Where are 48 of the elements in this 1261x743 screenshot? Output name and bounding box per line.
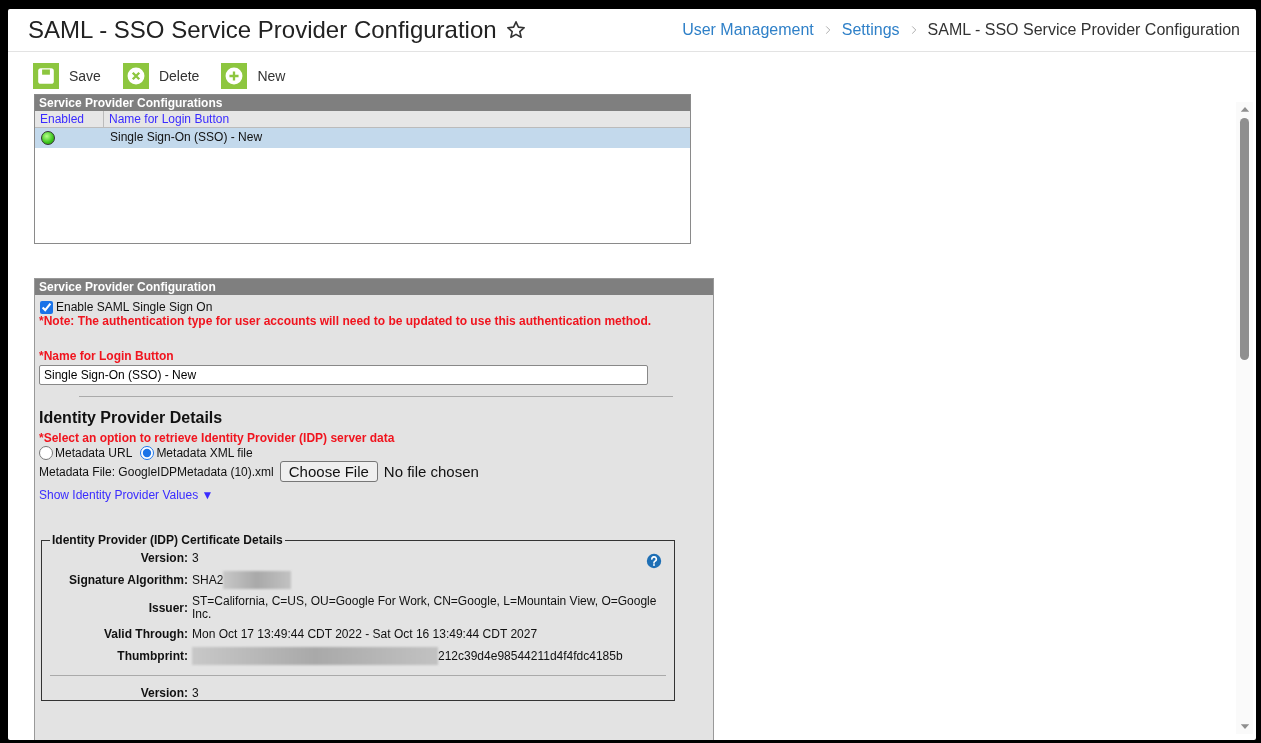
star-icon[interactable] bbox=[505, 20, 526, 40]
field-value: 212c39d4e98544211d4f4fdc4185b bbox=[438, 649, 623, 663]
text-field[interactable]: Single Sign-On (SSO) - New bbox=[39, 365, 648, 385]
section-heading: Identity Provider Details bbox=[39, 409, 224, 427]
certificate-legend: Identity Provider (IDP) Certificate Details bbox=[50, 533, 285, 547]
radio-label: Metadata XML file bbox=[156, 446, 253, 460]
radio-label: Metadata URL bbox=[55, 446, 133, 460]
row-name: Single Sign-On (SSO) - New bbox=[109, 129, 263, 144]
help-icon[interactable] bbox=[646, 553, 662, 569]
delete-icon bbox=[122, 63, 149, 89]
field-label: Issuer: bbox=[147, 601, 188, 615]
panel-header: Service Provider Configurations bbox=[35, 95, 690, 111]
file-label: Metadata File: GoogleIDPMetadata (10).xml bbox=[39, 464, 274, 479]
field-value: Mon Oct 17 13:49:44 CDT 2022 - Sat Oct 16 13:49:44 CDT 2027 bbox=[192, 627, 538, 641]
panel-header: Service Provider Configuration bbox=[35, 279, 713, 295]
delete-button[interactable]: Delete bbox=[122, 63, 200, 89]
note-text: *Note: The authentication type for user accounts will need to be updated to use this authentication method. bbox=[39, 314, 653, 329]
field-label: Version: bbox=[139, 686, 188, 700]
breadcrumb-link[interactable]: User Management bbox=[682, 21, 814, 39]
column-header[interactable]: Name for Login Button bbox=[104, 111, 235, 127]
breadcrumb-current: SAML - SSO Service Provider Configuration bbox=[927, 21, 1240, 39]
field-label: Version: bbox=[139, 551, 188, 565]
field-value: ST=California, C=US, OU=Google For Work, CN=Google, L=Mountain View, O=Google Inc. bbox=[192, 595, 658, 621]
breadcrumb-link[interactable]: Settings bbox=[841, 21, 900, 39]
field-label: Thumbprint: bbox=[116, 649, 188, 663]
show-values-link[interactable]: Show Identity Provider Values ▼ bbox=[39, 488, 214, 502]
field-value: SHA2 bbox=[192, 573, 224, 587]
radio-button[interactable] bbox=[140, 446, 155, 460]
field-value: 3 bbox=[192, 551, 199, 565]
scroll-thumb[interactable] bbox=[1240, 118, 1249, 360]
field-label: *Name for Login Button bbox=[39, 349, 175, 364]
choose-file-button[interactable]: Choose File bbox=[279, 461, 378, 482]
field-label: Signature Algorithm: bbox=[68, 573, 188, 587]
new-button[interactable]: New bbox=[221, 63, 286, 89]
checkbox[interactable] bbox=[40, 301, 53, 314]
save-button[interactable]: Save bbox=[33, 63, 101, 89]
page-title: SAML - SSO Service Provider Configuration bbox=[28, 16, 497, 44]
radio-button[interactable] bbox=[39, 446, 53, 460]
column-header[interactable]: Enabled bbox=[35, 111, 104, 127]
file-status: No file chosen bbox=[383, 463, 479, 480]
list-row[interactable]: Single Sign-On (SSO) - New bbox=[35, 128, 690, 148]
save-icon bbox=[33, 63, 59, 89]
field-value: 3 bbox=[192, 686, 199, 700]
plus-icon bbox=[221, 63, 248, 89]
prompt-text: *Select an option to retrieve Identity Provider (IDP) server data bbox=[39, 431, 396, 446]
field-label: Valid Through: bbox=[103, 627, 188, 641]
checkbox-label: Enable SAML Single Sign On bbox=[56, 299, 213, 314]
scrollbar[interactable] bbox=[1236, 102, 1253, 734]
